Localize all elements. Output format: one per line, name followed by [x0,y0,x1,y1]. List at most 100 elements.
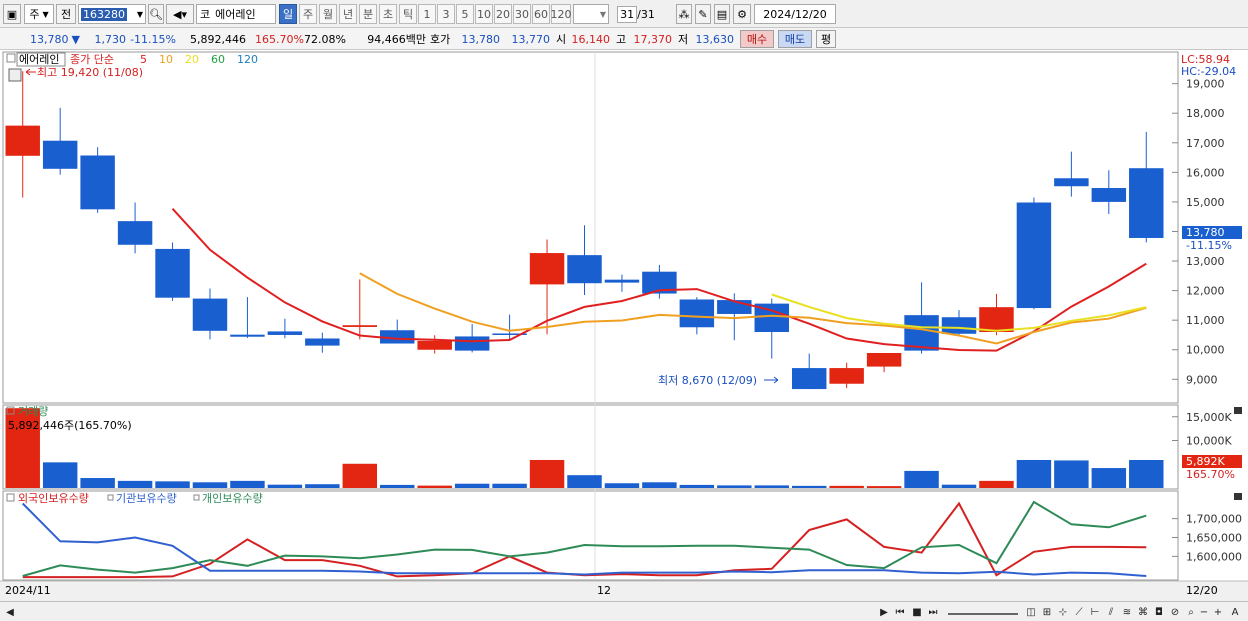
volume-bar[interactable] [155,481,190,488]
volume-bar[interactable] [567,475,602,488]
candle-body[interactable] [342,325,378,327]
ma-legend-5[interactable]: 5 [140,53,147,66]
volume-bar[interactable] [679,484,715,488]
count-input[interactable]: 31 [617,5,638,23]
rewind-icon[interactable]: ⏮ [893,605,907,619]
minute-3[interactable]: 3 [437,4,455,24]
window-icon[interactable]: ▣ [3,4,21,24]
period-minute[interactable]: 분 [359,4,377,24]
candle-body[interactable] [829,368,864,384]
crosshair-icon[interactable]: ⊹ [1056,605,1070,619]
close-icon[interactable] [1234,407,1242,414]
volume-bar[interactable] [117,480,153,488]
candle-body[interactable] [5,125,40,156]
volume-bar[interactable] [754,485,789,488]
candle-body[interactable] [42,140,78,169]
ma-legend-120[interactable]: 120 [237,53,258,66]
camera-icon[interactable]: ◘ [1152,605,1166,619]
chart-scrollbar[interactable]: ◀ ▶ ⏮ ■ ⏭ ◫ ⊞ ⊹ ⟋ ⊢ ⫽ ≋ ⌘ ◘ ⊘ ⌕ − + A [0,601,1248,621]
period-day[interactable]: 일 [279,4,297,24]
candle-body[interactable] [230,334,265,337]
candle-body[interactable] [192,298,228,331]
settings-grid-icon[interactable]: ⁂ [676,4,692,24]
holding-legend-item[interactable]: 개인보유수량 [202,492,263,505]
volume-bar[interactable] [1054,460,1089,488]
volume-bar[interactable] [380,484,415,488]
volume-bar[interactable] [417,485,452,488]
font-size-icon[interactable]: A [1228,605,1242,619]
volume-bar[interactable] [192,482,228,488]
volume-bar[interactable] [529,459,565,488]
candle-body[interactable] [791,368,827,390]
volume-bar[interactable] [1129,460,1164,488]
forward-icon[interactable]: ⏭ [926,605,940,619]
eraser-icon[interactable]: ⊘ [1168,605,1182,619]
candle-body[interactable] [80,155,115,210]
volume-bar[interactable] [267,484,303,488]
candle-body[interactable] [567,255,602,284]
plus-icon[interactable]: + [1212,605,1224,619]
minute-20[interactable]: 20 [494,4,512,24]
candle-body[interactable] [267,331,303,335]
buy-button[interactable]: 매수 [740,30,774,48]
period-year[interactable]: 년 [339,4,357,24]
period-month[interactable]: 월 [319,4,337,24]
stock-chart[interactable]: 19,00018,00017,00016,00015,00014,00013,0… [0,50,1248,601]
layout-icon[interactable]: ⊞ [1040,605,1054,619]
ma-legend-10[interactable]: 10 [159,53,173,66]
volume-bar[interactable] [305,484,340,488]
draw-tool-icon[interactable]: ✎ [695,4,711,24]
holding-legend-item[interactable]: 기관보유수량 [116,492,177,505]
candle-body[interactable] [1016,202,1052,309]
text-tool-icon[interactable]: ⌘ [1136,605,1150,619]
volume-bar[interactable] [866,486,902,488]
candle-body[interactable] [866,352,902,367]
volume-bar[interactable] [904,470,939,488]
fib-icon[interactable]: ≋ [1120,605,1134,619]
scroll-left-icon[interactable]: ◀ [4,605,16,619]
volume-bar[interactable] [1091,468,1127,488]
save-icon[interactable]: ▤ [714,4,730,24]
minute-30[interactable]: 30 [513,4,531,24]
volume-bar[interactable] [717,485,752,488]
gear-icon[interactable]: ⚙ [733,4,751,24]
period-second[interactable]: 초 [379,4,397,24]
calendar-icon[interactable] [8,68,22,82]
holding-legend-item[interactable]: 외국인보유수량 [18,492,89,505]
minute-60[interactable]: 60 [532,4,550,24]
volume-bar[interactable] [642,482,677,488]
minute-10[interactable]: 10 [475,4,493,24]
candle-body[interactable] [679,299,715,328]
volume-bar[interactable] [791,485,827,488]
volume-bar[interactable] [80,478,115,488]
period-week[interactable]: 주 [299,4,317,24]
minute-1[interactable]: 1 [418,4,436,24]
candle-body[interactable] [1129,168,1164,238]
ma-legend-20[interactable]: 20 [185,53,199,66]
stock-name-field[interactable]: 코 에어레인 [196,4,276,24]
minute-5[interactable]: 5 [456,4,474,24]
volume-bar[interactable] [604,483,640,488]
market-select[interactable]: 주 ▼ [24,4,54,24]
speaker-icon[interactable]: ◀▾ [166,4,194,24]
compare-icon[interactable]: ◫ [1024,605,1038,619]
candle-body[interactable] [155,248,190,298]
candle-body[interactable] [1054,178,1089,187]
zoom-slider[interactable] [948,605,1018,615]
volume-bar[interactable] [1016,459,1052,488]
ruler-icon[interactable]: ⊢ [1088,605,1102,619]
candle-body[interactable] [529,253,565,285]
date-input[interactable]: 2024/12/20 [754,4,836,24]
candle-body[interactable] [979,307,1014,332]
scope-button[interactable]: 전 [56,4,76,24]
candle-body[interactable] [117,221,153,245]
trendline-icon[interactable]: ⟋ [1072,605,1086,619]
candle-body[interactable] [604,279,640,283]
minute-120[interactable]: 120 [551,4,572,24]
candle-body[interactable] [305,338,340,346]
search-icon[interactable]: 🔍︎ [148,4,164,24]
volume-bar[interactable] [979,480,1014,488]
candle-body[interactable] [1091,188,1127,202]
volume-bar[interactable] [829,485,864,488]
candle-body[interactable] [454,336,490,351]
